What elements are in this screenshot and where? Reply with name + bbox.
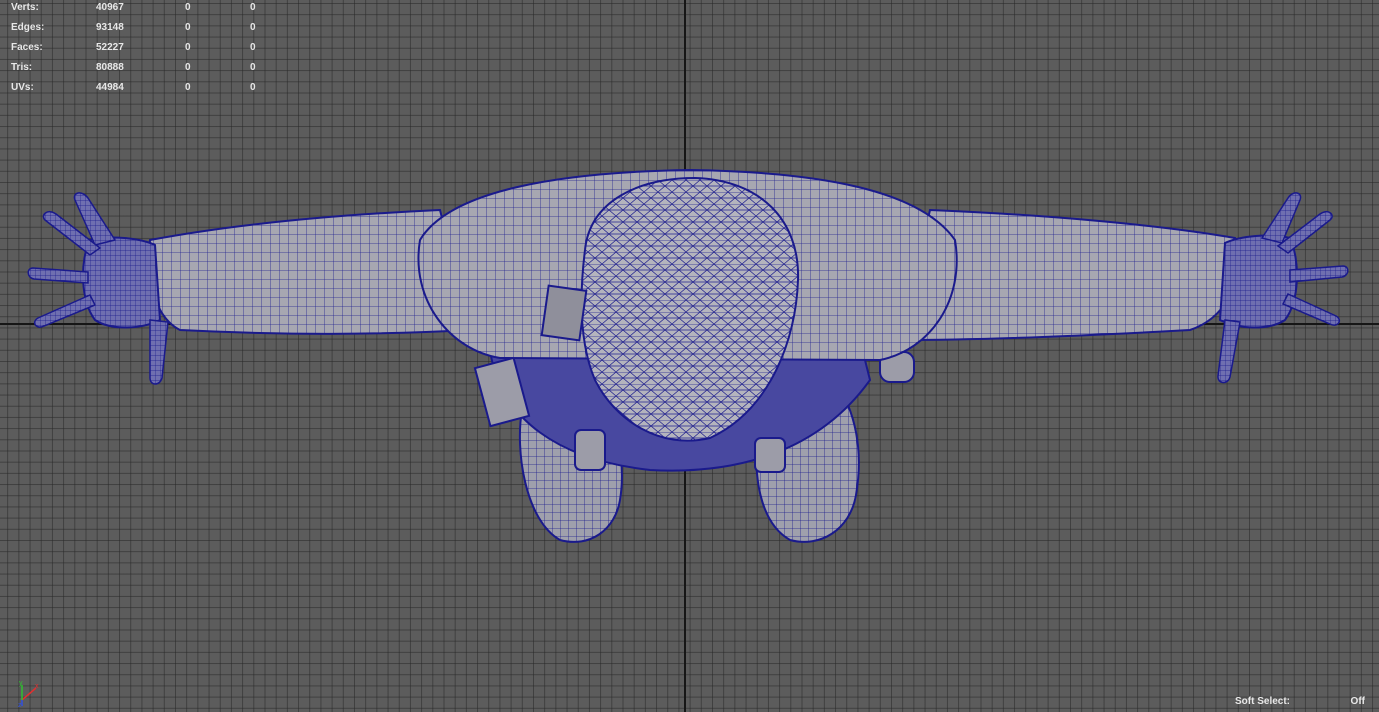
hud-label: Faces: — [11, 42, 43, 53]
hud-label: Edges: — [11, 22, 45, 33]
hud-row-verts: Verts: 40967 0 0 — [0, 2, 270, 16]
hud-total: 40967 — [96, 2, 124, 13]
left-hand — [27, 192, 169, 385]
hud-row-uvs: UVs: 44984 0 0 — [0, 82, 270, 96]
hud-total: 44984 — [96, 82, 124, 93]
viewport-panel[interactable]: Verts: 40967 0 0 Edges: 93148 0 0 Faces:… — [0, 0, 1379, 712]
soft-select-label: Soft Select: — [1235, 696, 1291, 707]
svg-text:x: x — [35, 683, 39, 690]
character-mesh[interactable] — [0, 0, 1379, 712]
hud-total: 93148 — [96, 22, 124, 33]
hud-components: 0 — [250, 22, 256, 33]
hud-selected: 0 — [185, 2, 191, 13]
hud-selected: 0 — [185, 62, 191, 73]
hud-components: 0 — [250, 82, 256, 93]
hud-components: 0 — [250, 2, 256, 13]
hud-label: Tris: — [11, 62, 33, 73]
hud-total: 80888 — [96, 62, 124, 73]
hud-label: Verts: — [11, 2, 39, 13]
soft-select-status: Soft Select: Off — [1235, 696, 1365, 708]
hud-selected: 0 — [185, 82, 191, 93]
svg-text:z: z — [18, 702, 22, 708]
hud-components: 0 — [250, 42, 256, 53]
hud-row-faces: Faces: 52227 0 0 — [0, 42, 270, 56]
svg-text:y: y — [19, 680, 23, 687]
hud-selected: 0 — [185, 42, 191, 53]
soft-select-value: Off — [1350, 696, 1365, 707]
hud-total: 52227 — [96, 42, 124, 53]
axis-gizmo-icon: x y z — [18, 680, 39, 708]
right-hand — [1217, 192, 1349, 384]
hud-row-tris: Tris: 80888 0 0 — [0, 62, 270, 76]
hud-label: UVs: — [11, 82, 34, 93]
hud-components: 0 — [250, 62, 256, 73]
hud-row-edges: Edges: 93148 0 0 — [0, 22, 270, 36]
hud-selected: 0 — [185, 22, 191, 33]
strap-pack — [540, 284, 588, 342]
